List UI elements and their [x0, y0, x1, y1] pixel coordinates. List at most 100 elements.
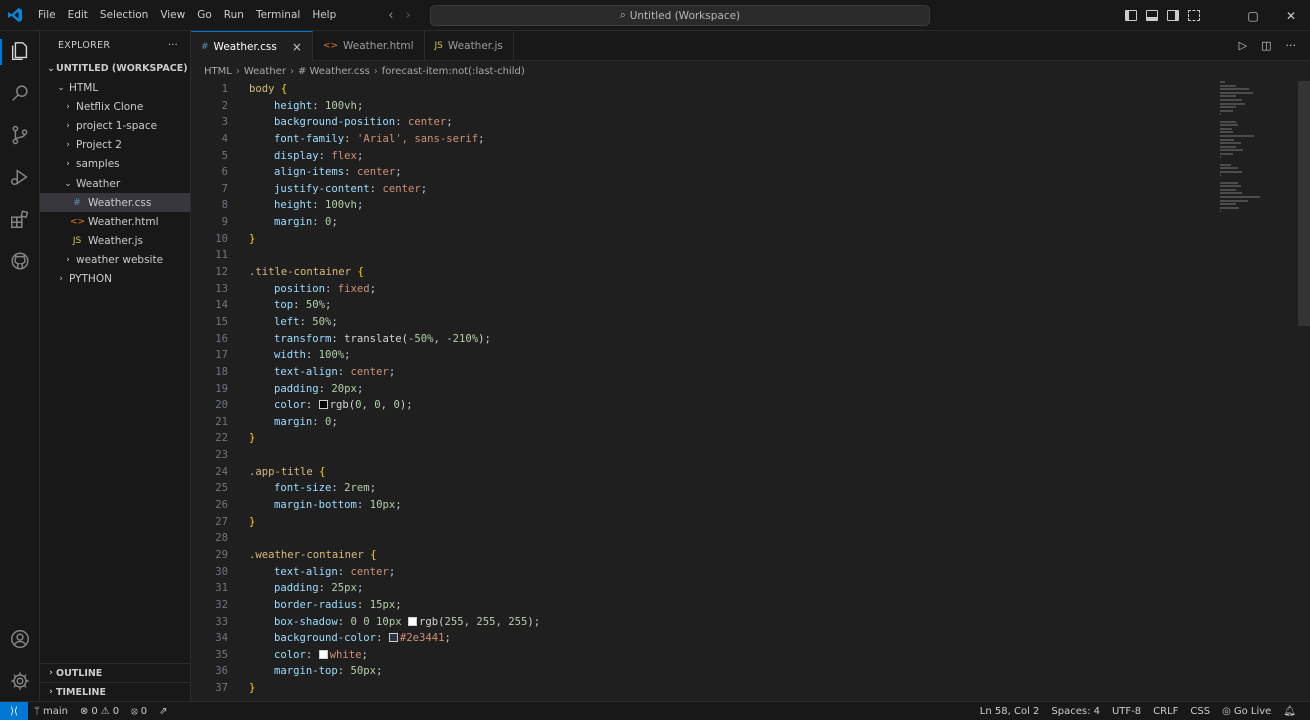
breadcrumb-item[interactable]: HTML: [204, 66, 232, 77]
minimap-line: [1220, 210, 1221, 213]
run-debug-icon[interactable]: [8, 165, 32, 189]
menu-edit[interactable]: Edit: [62, 0, 94, 31]
menu-selection[interactable]: Selection: [94, 0, 154, 31]
notifications-bell-icon[interactable]: 🔔︎: [1277, 706, 1302, 717]
branch-status[interactable]: ᛘ main: [28, 706, 74, 717]
minimap-line: [1220, 91, 1254, 94]
toggle-panel-icon[interactable]: [1146, 10, 1158, 21]
tab-label: Weather.js: [447, 40, 503, 52]
tree-file[interactable]: <> Weather.html: [40, 212, 190, 231]
color-swatch[interactable]: [407, 616, 417, 626]
line-content: left: 50%;: [228, 314, 338, 331]
line-number: 15: [215, 315, 228, 328]
code-token: ;: [356, 149, 364, 162]
tree-folder[interactable]: ⌄ HTML: [40, 78, 190, 97]
remote-indicator-icon[interactable]: ⟩⟨: [0, 701, 28, 720]
warning-icon: ⚠: [100, 705, 110, 717]
code-line: 27}: [191, 514, 1296, 531]
timeline-section[interactable]: › TIMELINE: [40, 682, 191, 701]
code-token: .weather-container: [249, 548, 371, 561]
minimap-line: [1220, 192, 1242, 195]
code-token: 100vh: [325, 99, 357, 112]
toggle-secondary-sidebar-icon[interactable]: [1167, 10, 1179, 21]
code-line: 1 body {: [191, 81, 1296, 98]
tab-weather-css[interactable]: # Weather.css ×: [191, 31, 313, 61]
tree-folder[interactable]: › samples: [40, 155, 190, 174]
live-share-icon[interactable]: ⇗: [153, 706, 173, 717]
tree-file[interactable]: JS Weather.js: [40, 232, 190, 251]
settings-gear-icon[interactable]: [8, 669, 32, 693]
cursor-position[interactable]: Ln 58, Col 2: [974, 706, 1046, 717]
run-icon[interactable]: ▷: [1239, 39, 1247, 52]
menu-terminal[interactable]: Terminal: [250, 0, 306, 31]
line-content: body {: [228, 81, 287, 98]
accounts-icon[interactable]: [8, 627, 32, 651]
editor-scrollbar[interactable]: [1298, 81, 1310, 326]
tree-folder[interactable]: › weather website: [40, 251, 190, 270]
command-center-search[interactable]: ⌕ Untitled (Workspace): [430, 5, 930, 26]
menu-go[interactable]: Go: [191, 0, 218, 31]
forward-arrow-icon[interactable]: ›: [405, 8, 410, 23]
tree-file[interactable]: # Weather.css: [40, 193, 190, 213]
color-swatch[interactable]: [318, 400, 328, 410]
extensions-icon[interactable]: [8, 207, 32, 231]
tree-label: HTML: [69, 81, 99, 94]
menu-view[interactable]: View: [154, 0, 191, 31]
breadcrumb-item[interactable]: Weather: [244, 66, 286, 77]
encoding[interactable]: UTF-8: [1106, 706, 1147, 717]
color-swatch[interactable]: [318, 649, 328, 659]
code-line: 13 position: fixed;: [191, 281, 1296, 298]
explorer-icon[interactable]: [8, 39, 32, 63]
outline-section[interactable]: › OUTLINE: [40, 663, 191, 682]
tree-folder[interactable]: › Netflix Clone: [40, 97, 190, 116]
tab-weather-js[interactable]: JS Weather.js: [425, 31, 514, 61]
more-actions-icon[interactable]: ···: [1286, 39, 1297, 52]
code-token: position: [274, 282, 326, 295]
problems-status[interactable]: ⊗ 0 ⚠ 0: [74, 706, 125, 717]
code-line: 25 font-size: 2rem;: [191, 480, 1296, 497]
line-endings[interactable]: CRLF: [1147, 706, 1184, 717]
code-token: ;: [331, 415, 338, 428]
code-token: border-radius: [274, 598, 357, 611]
code-token: .title-container: [249, 266, 358, 279]
minimap-line: [1220, 113, 1221, 116]
code-token: flex: [331, 149, 357, 162]
menu-help[interactable]: Help: [306, 0, 342, 31]
customize-layout-icon[interactable]: [1188, 10, 1200, 21]
source-control-icon[interactable]: [8, 123, 32, 147]
line-number: 32: [215, 598, 228, 611]
code-editor[interactable]: 1 body {2 height: 100vh; 3 background-positi…: [191, 81, 1296, 701]
workspace-section[interactable]: ⌄ UNTITLED (WORKSPACE): [40, 59, 190, 78]
tree-folder[interactable]: › Project 2: [40, 136, 190, 155]
more-actions-icon[interactable]: ···: [168, 40, 178, 51]
close-tab-icon[interactable]: ×: [292, 40, 302, 54]
breadcrumb-item[interactable]: # Weather.css: [298, 66, 370, 77]
tree-folder[interactable]: ⌄ Weather: [40, 174, 190, 193]
tab-weather-html[interactable]: <> Weather.html: [313, 31, 425, 61]
go-live-button[interactable]: ◎ Go Live: [1216, 706, 1277, 717]
back-arrow-icon[interactable]: ‹: [388, 8, 393, 23]
line-number: 35: [215, 648, 228, 661]
toggle-primary-sidebar-icon[interactable]: [1125, 10, 1137, 21]
language-mode[interactable]: CSS: [1184, 706, 1216, 717]
menu-run[interactable]: Run: [218, 0, 250, 31]
menu-file[interactable]: File: [32, 0, 62, 31]
close-window-icon[interactable]: ✕: [1272, 9, 1310, 23]
restore-window-icon[interactable]: ▢: [1234, 9, 1272, 23]
minimap[interactable]: [1220, 81, 1260, 213]
ports-status[interactable]: ⦻ 0: [125, 706, 153, 717]
search-icon[interactable]: [8, 81, 32, 105]
color-swatch[interactable]: [388, 633, 398, 643]
code-token: }: [249, 232, 256, 245]
split-editor-icon[interactable]: ◫: [1261, 39, 1271, 52]
minimap-line: [1220, 106, 1237, 109]
github-icon[interactable]: [8, 249, 32, 273]
tree-folder[interactable]: › PYTHON: [40, 270, 190, 289]
code-token: ;: [533, 615, 541, 628]
breadcrumb-item[interactable]: forecast-item:not(:last-child): [382, 66, 525, 77]
active-indicator: [0, 39, 2, 65]
indentation[interactable]: Spaces: 4: [1045, 706, 1106, 717]
code-token: background-color: [274, 632, 377, 645]
line-content: top: 50%;: [228, 297, 331, 314]
tree-folder[interactable]: › project 1-space: [40, 116, 190, 135]
